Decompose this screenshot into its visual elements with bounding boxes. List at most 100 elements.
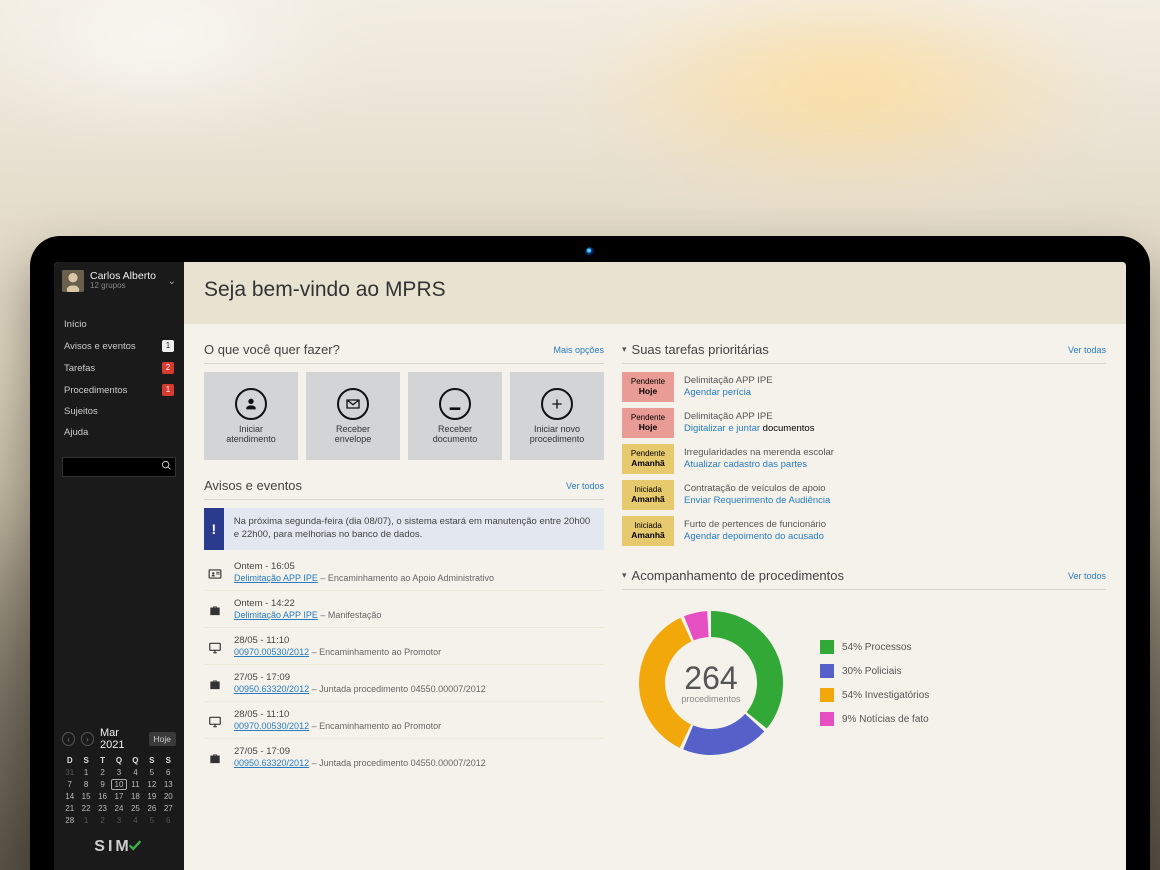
cal-day[interactable]: 6	[161, 767, 176, 778]
task-row[interactable]: PendenteAmanhãIrregularidades na merenda…	[622, 444, 1106, 474]
tasks-heading: Suas tarefas prioritárias	[632, 342, 769, 357]
cal-day[interactable]: 17	[111, 791, 126, 802]
event-row[interactable]: 27/05 - 17:0900950.63320/2012 – Juntada …	[204, 739, 604, 775]
legend-label: 54% Processos	[842, 642, 911, 653]
legend-swatch	[820, 712, 834, 726]
cal-day[interactable]: 2	[95, 767, 110, 778]
sidebar-item-início[interactable]: Início	[54, 314, 184, 335]
task-link[interactable]: Enviar Requerimento de Audiência	[684, 495, 830, 506]
task-row[interactable]: PendenteHoje Delimitação APP IPEDigitaliz…	[622, 408, 1106, 438]
event-row[interactable]: 28/05 - 11:1000970.00530/2012 – Encaminh…	[204, 628, 604, 665]
cal-day[interactable]: 22	[78, 803, 93, 814]
event-link[interactable]: Delimitação APP IPE	[234, 573, 318, 583]
collapse-icon[interactable]: ▾	[622, 344, 627, 355]
cal-title: Mar 2021	[100, 727, 143, 751]
procs-more[interactable]: Ver todos	[1068, 571, 1106, 581]
cal-day[interactable]: 12	[144, 779, 159, 790]
cal-day[interactable]: 19	[144, 791, 159, 802]
event-time: Ontem - 16:05	[234, 561, 494, 572]
event-row[interactable]: 27/05 - 17:0900950.63320/2012 – Juntada …	[204, 665, 604, 702]
cal-today-button[interactable]: Hoje	[149, 732, 176, 746]
task-row[interactable]: IniciadaAmanhãContratação de veículos de…	[622, 480, 1106, 510]
sidebar-item-sujeitos[interactable]: Sujeitos	[54, 401, 184, 422]
sidebar-item-avisos-e-eventos[interactable]: Avisos e eventos1	[54, 335, 184, 357]
tasks-more[interactable]: Ver todas	[1068, 345, 1106, 355]
cal-day[interactable]: 21	[62, 803, 77, 814]
tasks-section: ▾ Suas tarefas prioritárias Ver todas Pe…	[622, 338, 1106, 546]
cal-day[interactable]: 24	[111, 803, 126, 814]
task-title: Delimitação APP IPE	[684, 411, 814, 423]
cal-day[interactable]: 15	[78, 791, 93, 802]
cal-day[interactable]: 5	[144, 815, 159, 826]
cal-day[interactable]: 20	[161, 791, 176, 802]
search-input[interactable]	[62, 457, 176, 477]
badge: 1	[162, 340, 174, 352]
action-tile-receber[interactable]: Receberdocumento	[408, 372, 502, 460]
cal-day[interactable]: 26	[144, 803, 159, 814]
tile-icon	[337, 388, 369, 420]
cal-day[interactable]: 16	[95, 791, 110, 802]
cal-day[interactable]: 18	[128, 791, 143, 802]
sidebar-item-tarefas[interactable]: Tarefas2	[54, 357, 184, 379]
sidebar-item-ajuda[interactable]: Ajuda	[54, 422, 184, 443]
task-link[interactable]: Agendar perícia	[684, 387, 751, 398]
event-link[interactable]: 00970.00530/2012	[234, 647, 309, 657]
notice-text: Na próxima segunda-feira (dia 08/07), o …	[224, 508, 604, 550]
cal-day[interactable]: 23	[95, 803, 110, 814]
event-row[interactable]: Ontem - 14:22Delimitação APP IPE – Manif…	[204, 591, 604, 628]
legend-swatch	[820, 688, 834, 702]
cal-day[interactable]: 4	[128, 767, 143, 778]
cal-day[interactable]: 9	[95, 779, 110, 790]
cal-day[interactable]: 8	[78, 779, 93, 790]
event-link[interactable]: 00970.00530/2012	[234, 721, 309, 731]
event-link[interactable]: 00950.63320/2012	[234, 758, 309, 768]
cal-day[interactable]: 2	[95, 815, 110, 826]
briefcase-icon	[206, 602, 224, 620]
event-link[interactable]: 00950.63320/2012	[234, 684, 309, 694]
event-row[interactable]: Ontem - 16:05Delimitação APP IPE – Encam…	[204, 554, 604, 591]
event-row[interactable]: 28/05 - 11:1000970.00530/2012 – Encaminh…	[204, 702, 604, 739]
task-link[interactable]: Digitalizar e juntar	[684, 423, 760, 434]
cal-prev[interactable]: ‹	[62, 732, 75, 746]
tile-label: Iniciaratendimento	[226, 425, 276, 445]
cal-next[interactable]: ›	[81, 732, 94, 746]
avisos-more[interactable]: Ver todos	[566, 481, 604, 491]
cal-day[interactable]: 3	[111, 815, 126, 826]
task-status-tag: PendenteHoje	[622, 408, 674, 438]
cal-day[interactable]: 3	[111, 767, 126, 778]
task-row[interactable]: PendenteHojeDelimitação APP IPEAgendar p…	[622, 372, 1106, 402]
cal-day[interactable]: 31	[62, 767, 77, 778]
action-tile-iniciar[interactable]: Iniciaratendimento	[204, 372, 298, 460]
tile-label: Receberdocumento	[433, 425, 478, 445]
event-link[interactable]: Delimitação APP IPE	[234, 610, 318, 620]
cal-day[interactable]: 25	[128, 803, 143, 814]
quick-actions-more[interactable]: Mais opções	[553, 345, 604, 355]
cal-day[interactable]: 11	[128, 779, 143, 790]
task-row[interactable]: IniciadaAmanhãFurto de pertences de func…	[622, 516, 1106, 546]
event-time: 27/05 - 17:09	[234, 746, 486, 757]
sidebar-item-procedimentos[interactable]: Procedimentos1	[54, 379, 184, 401]
cal-day[interactable]: 10	[111, 779, 126, 790]
legend-swatch	[820, 640, 834, 654]
cal-day[interactable]: 14	[62, 791, 77, 802]
task-link[interactable]: Atualizar cadastro das partes	[684, 459, 807, 470]
cal-day[interactable]: 5	[144, 767, 159, 778]
cal-day[interactable]: 4	[128, 815, 143, 826]
collapse-icon[interactable]: ▾	[622, 570, 627, 581]
calendar: ‹ › Mar 2021 Hoje DSTQQSS311234567891011…	[54, 727, 184, 828]
task-link[interactable]: Agendar depoimento do acusado	[684, 531, 824, 542]
cal-day[interactable]: 27	[161, 803, 176, 814]
cal-day[interactable]: 1	[78, 815, 93, 826]
cal-day[interactable]: 1	[78, 767, 93, 778]
calendar-grid[interactable]: DSTQQSS311234567891011121314151617181920…	[62, 755, 176, 826]
tile-label: Receberenvelope	[335, 425, 372, 445]
sidebar-item-label: Procedimentos	[64, 385, 127, 396]
user-menu[interactable]: Carlos Alberto 12 grupos ⌄	[54, 262, 184, 298]
action-tile-iniciar-novo[interactable]: Iniciar novoprocedimento	[510, 372, 604, 460]
cal-day[interactable]: 28	[62, 815, 77, 826]
cal-day[interactable]: 13	[161, 779, 176, 790]
action-tile-receber[interactable]: Receberenvelope	[306, 372, 400, 460]
cal-day[interactable]: 6	[161, 815, 176, 826]
cal-day[interactable]: 7	[62, 779, 77, 790]
cal-weekday: Q	[128, 755, 143, 766]
